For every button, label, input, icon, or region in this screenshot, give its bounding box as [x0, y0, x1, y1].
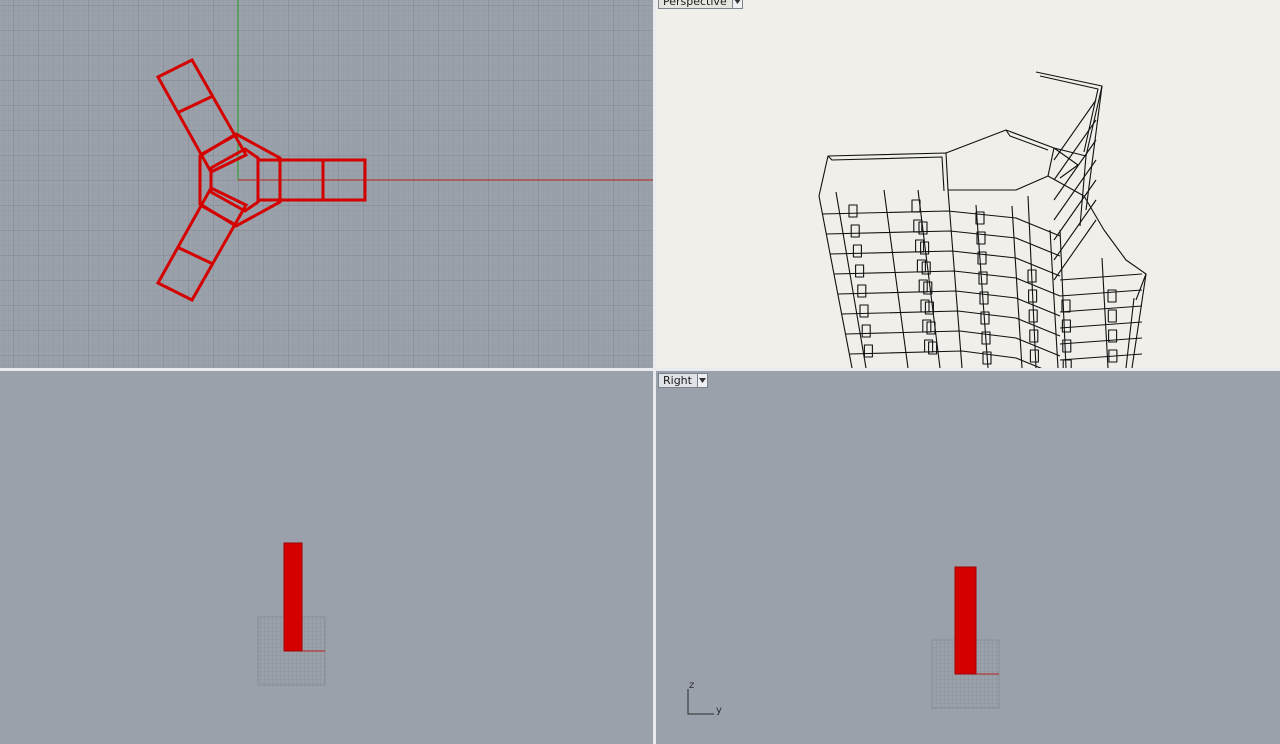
- top-grid-major: [0, 0, 653, 368]
- right-view-canvas[interactable]: [656, 371, 1280, 744]
- viewport-tab-perspective[interactable]: Perspective: [658, 0, 743, 9]
- perspective-background: [656, 0, 1280, 368]
- viewport-label[interactable]: Right: [659, 374, 697, 387]
- viewport-top[interactable]: [0, 0, 653, 368]
- building-elevation-right[interactable]: [954, 566, 977, 675]
- front-view-canvas[interactable]: [0, 371, 653, 744]
- viewport-tab-right[interactable]: Right: [658, 373, 708, 388]
- viewport-splitter-horizontal[interactable]: [0, 368, 1280, 371]
- axis-widget-y-label: y: [716, 705, 722, 716]
- perspective-view-canvas[interactable]: [656, 0, 1280, 368]
- viewport-label[interactable]: Perspective: [659, 0, 732, 8]
- front-view-background: [0, 371, 653, 744]
- triangle-down-icon[interactable]: [696, 374, 707, 387]
- building-elevation-front[interactable]: [283, 542, 303, 652]
- viewport-front[interactable]: [0, 371, 653, 744]
- viewport-splitter-vertical[interactable]: [653, 0, 656, 744]
- viewport-perspective[interactable]: Perspective: [656, 0, 1280, 368]
- axis-widget-z-label: z: [689, 680, 695, 691]
- top-view-canvas[interactable]: [0, 0, 653, 368]
- triangle-down-icon[interactable]: [731, 0, 742, 8]
- viewport-right[interactable]: z y Right: [656, 371, 1280, 744]
